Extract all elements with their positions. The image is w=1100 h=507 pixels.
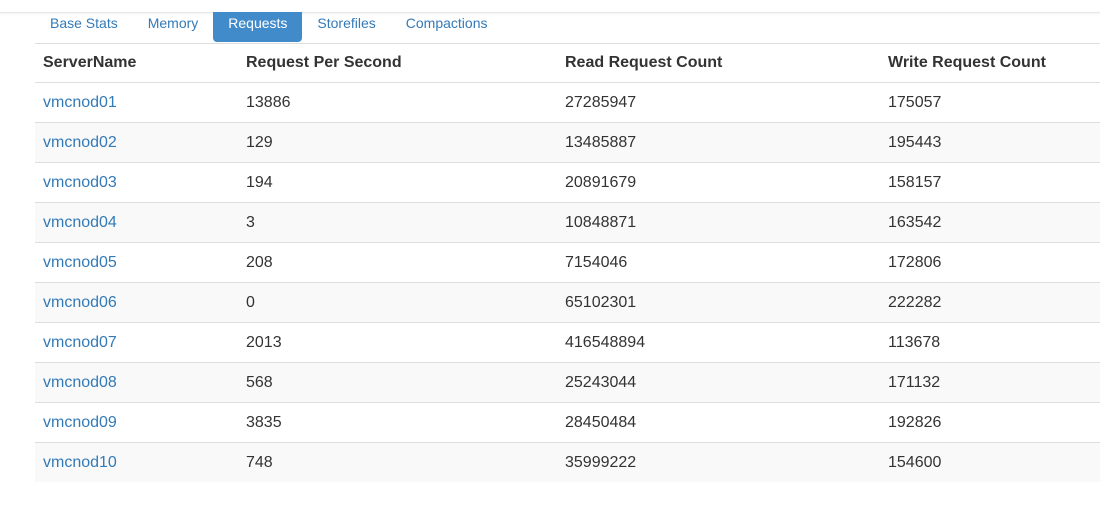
server-name-cell: vmcnod07 bbox=[35, 322, 238, 363]
header-read-request-count: Read Request Count bbox=[557, 43, 880, 83]
request-per-second-cell: 13886 bbox=[238, 82, 557, 123]
server-link[interactable]: vmcnod02 bbox=[43, 134, 117, 151]
table-row: vmcnod01 13886 27285947 175057 bbox=[35, 82, 1100, 123]
write-request-count-cell: 154600 bbox=[880, 442, 1100, 482]
table-row: vmcnod02 129 13485887 195443 bbox=[35, 122, 1100, 163]
request-per-second-cell: 3835 bbox=[238, 402, 557, 443]
server-name-cell: vmcnod01 bbox=[35, 82, 238, 123]
read-request-count-cell: 28450484 bbox=[557, 402, 880, 443]
read-request-count-cell: 20891679 bbox=[557, 162, 880, 203]
server-link[interactable]: vmcnod10 bbox=[43, 454, 117, 471]
request-per-second-cell: 129 bbox=[238, 122, 557, 163]
server-link[interactable]: vmcnod05 bbox=[43, 254, 117, 271]
server-link[interactable]: vmcnod04 bbox=[43, 214, 117, 231]
request-per-second-cell: 748 bbox=[238, 442, 557, 482]
requests-table: ServerName Request Per Second Read Reque… bbox=[35, 43, 1100, 482]
read-request-count-cell: 7154046 bbox=[557, 242, 880, 283]
request-per-second-cell: 568 bbox=[238, 362, 557, 403]
header-server-name: ServerName bbox=[35, 43, 238, 83]
header-write-request-count: Write Request Count bbox=[880, 43, 1100, 83]
tab-requests[interactable]: Requests bbox=[213, 12, 303, 42]
table-row: vmcnod03 194 20891679 158157 bbox=[35, 162, 1100, 203]
read-request-count-cell: 65102301 bbox=[557, 282, 880, 323]
write-request-count-cell: 171132 bbox=[880, 362, 1100, 403]
server-name-cell: vmcnod04 bbox=[35, 202, 238, 243]
tab-storefiles[interactable]: Storefiles bbox=[302, 12, 390, 42]
read-request-count-cell: 25243044 bbox=[557, 362, 880, 403]
read-request-count-cell: 13485887 bbox=[557, 122, 880, 163]
table-row: vmcnod05 208 7154046 172806 bbox=[35, 242, 1100, 283]
read-request-count-cell: 10848871 bbox=[557, 202, 880, 243]
read-request-count-cell: 27285947 bbox=[557, 82, 880, 123]
server-name-cell: vmcnod10 bbox=[35, 442, 238, 482]
request-per-second-cell: 208 bbox=[238, 242, 557, 283]
request-per-second-cell: 3 bbox=[238, 202, 557, 243]
tab-memory[interactable]: Memory bbox=[133, 12, 214, 42]
write-request-count-cell: 195443 bbox=[880, 122, 1100, 163]
read-request-count-cell: 416548894 bbox=[557, 322, 880, 363]
tab-base-stats[interactable]: Base Stats bbox=[35, 12, 133, 42]
write-request-count-cell: 192826 bbox=[880, 402, 1100, 443]
server-link[interactable]: vmcnod09 bbox=[43, 414, 117, 431]
write-request-count-cell: 175057 bbox=[880, 82, 1100, 123]
write-request-count-cell: 172806 bbox=[880, 242, 1100, 283]
server-name-cell: vmcnod08 bbox=[35, 362, 238, 403]
table-row: vmcnod08 568 25243044 171132 bbox=[35, 362, 1100, 403]
header-request-per-second: Request Per Second bbox=[238, 43, 557, 83]
server-name-cell: vmcnod09 bbox=[35, 402, 238, 443]
server-link[interactable]: vmcnod06 bbox=[43, 294, 117, 311]
read-request-count-cell: 35999222 bbox=[557, 442, 880, 482]
table-row: vmcnod07 2013 416548894 113678 bbox=[35, 322, 1100, 363]
write-request-count-cell: 222282 bbox=[880, 282, 1100, 323]
table-row: vmcnod09 3835 28450484 192826 bbox=[35, 402, 1100, 443]
server-link[interactable]: vmcnod01 bbox=[43, 94, 117, 111]
server-name-cell: vmcnod05 bbox=[35, 242, 238, 283]
tab-compactions[interactable]: Compactions bbox=[391, 12, 503, 42]
table-row: vmcnod10 748 35999222 154600 bbox=[35, 442, 1100, 482]
server-name-cell: vmcnod02 bbox=[35, 122, 238, 163]
write-request-count-cell: 113678 bbox=[880, 322, 1100, 363]
server-link[interactable]: vmcnod07 bbox=[43, 334, 117, 351]
server-link[interactable]: vmcnod03 bbox=[43, 174, 117, 191]
server-link[interactable]: vmcnod08 bbox=[43, 374, 117, 391]
region-server-tabs: Base Stats Memory Requests Storefiles Co… bbox=[35, 12, 1100, 43]
write-request-count-cell: 163542 bbox=[880, 202, 1100, 243]
table-header-row: ServerName Request Per Second Read Reque… bbox=[35, 43, 1100, 83]
server-name-cell: vmcnod03 bbox=[35, 162, 238, 203]
table-row: vmcnod04 3 10848871 163542 bbox=[35, 202, 1100, 243]
table-row: vmcnod06 0 65102301 222282 bbox=[35, 282, 1100, 323]
request-per-second-cell: 0 bbox=[238, 282, 557, 323]
request-per-second-cell: 2013 bbox=[238, 322, 557, 363]
write-request-count-cell: 158157 bbox=[880, 162, 1100, 203]
request-per-second-cell: 194 bbox=[238, 162, 557, 203]
server-name-cell: vmcnod06 bbox=[35, 282, 238, 323]
